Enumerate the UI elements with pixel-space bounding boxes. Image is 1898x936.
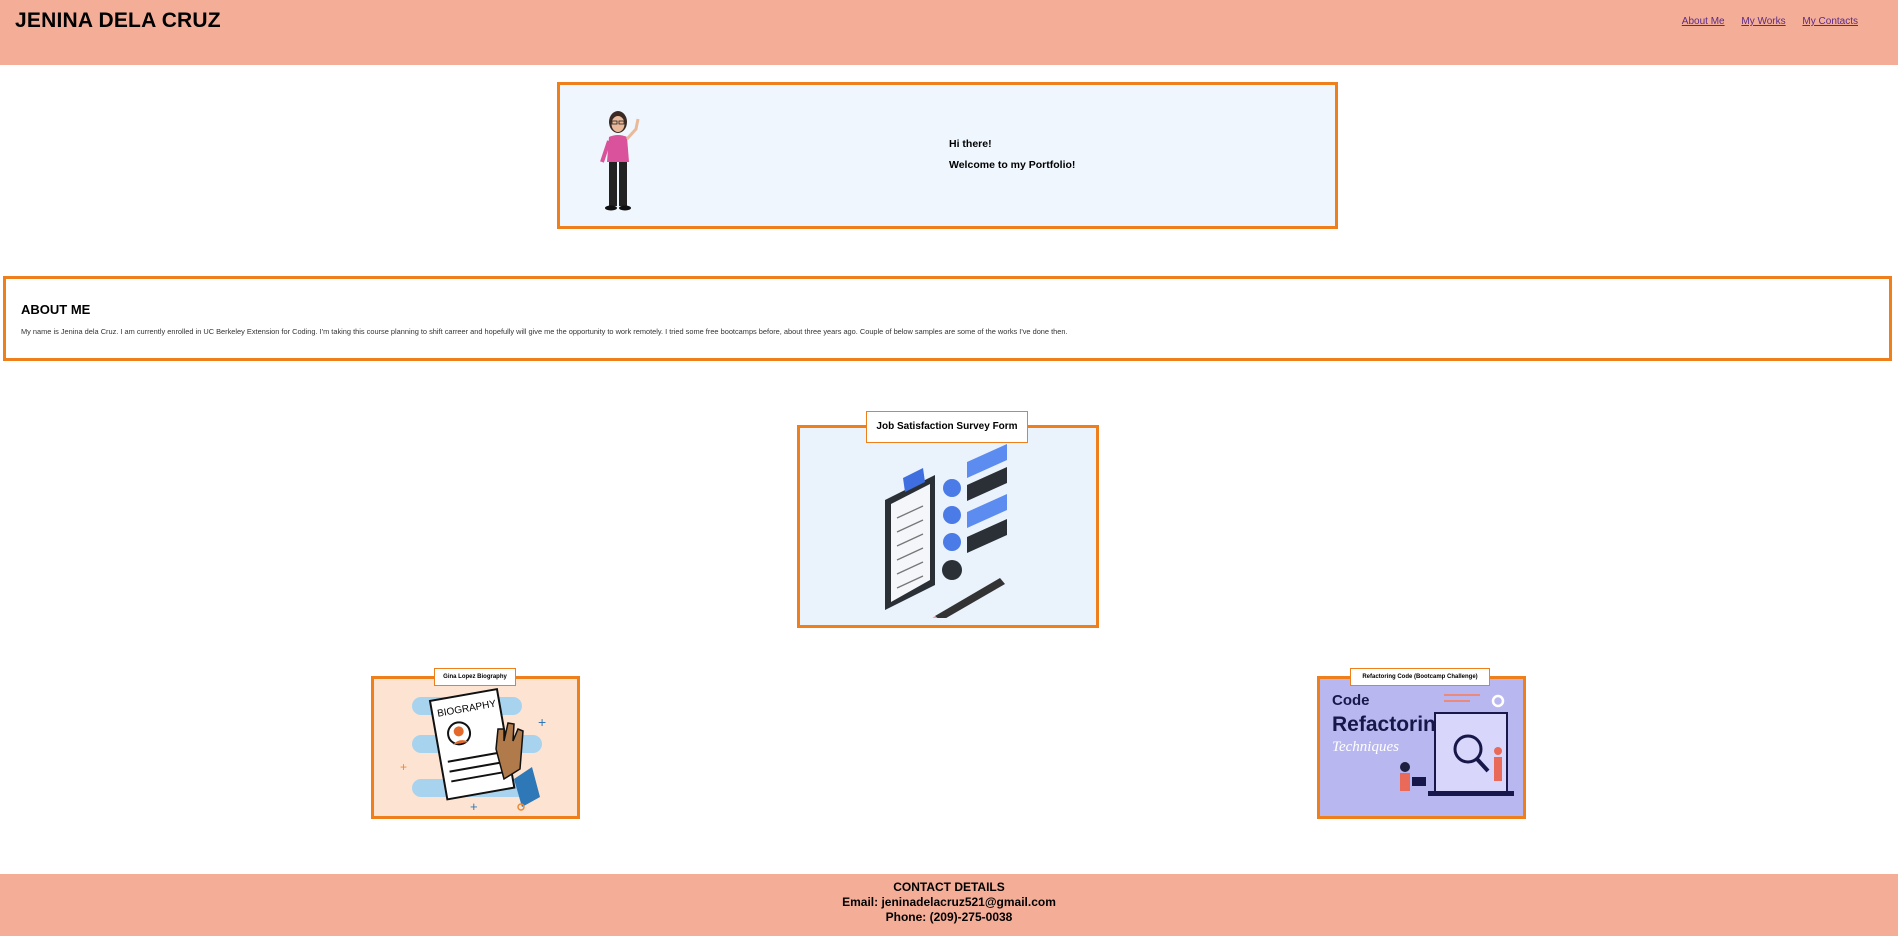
site-title: JENINA DELA CRUZ [15,9,221,32]
nav-about-me[interactable]: About Me [1682,16,1725,27]
work-card-refactoring[interactable]: Code Refactoring Techniques [1317,676,1526,819]
refactoring-image-title-3: Techniques [1332,739,1399,755]
nav-my-works[interactable]: My Works [1741,16,1785,27]
greeting-block: Hi there! Welcome to my Portfolio! [949,138,1075,180]
refactoring-illustration: Code Refactoring Techniques [1332,692,1514,796]
work-card-biography[interactable]: BIOGRAPHY + + + [371,676,580,819]
about-text: My name is Jenina dela Cruz. I am curren… [21,327,1068,336]
welcome-text: Welcome to my Portfolio! [949,159,1076,171]
work-label-refactoring[interactable]: Refactoring Code (Bootcamp Challenge) [1350,668,1490,686]
contact-heading: CONTACT DETAILS [893,880,1005,894]
contact-footer: CONTACT DETAILS Email: jeninadelacruz521… [0,874,1898,936]
work-label-survey[interactable]: Job Satisfaction Survey Form [866,411,1028,443]
greeting-text: Hi there! [949,138,992,150]
svg-text:+: + [470,799,478,814]
site-header: JENINA DELA CRUZ About Me My Works My Co… [0,0,1898,65]
refactoring-image-title-2: Refactoring [1332,713,1449,736]
avatar-illustration [600,111,640,211]
survey-illustration [885,444,1007,618]
contact-phone: Phone: (209)-275-0038 [885,910,1013,924]
biography-illustration: BIOGRAPHY + + + [400,687,546,814]
work-label-biography[interactable]: Gina Lopez Biography [434,668,516,686]
refactoring-image-title-1: Code [1332,692,1370,709]
nav-my-contacts[interactable]: My Contacts [1802,16,1858,27]
contact-email: Email: jeninadelacruz521@gmail.com [842,895,1056,909]
svg-text:+: + [538,714,546,730]
svg-text:+: + [400,760,407,774]
top-nav: About Me My Works My Contacts [1668,16,1858,27]
about-section: ABOUT ME My name is Jenina dela Cruz. I … [3,276,1892,361]
about-heading: ABOUT ME [21,302,91,317]
work-card-survey[interactable] [797,425,1099,628]
hero-banner: Hi there! Welcome to my Portfolio! [557,82,1338,229]
